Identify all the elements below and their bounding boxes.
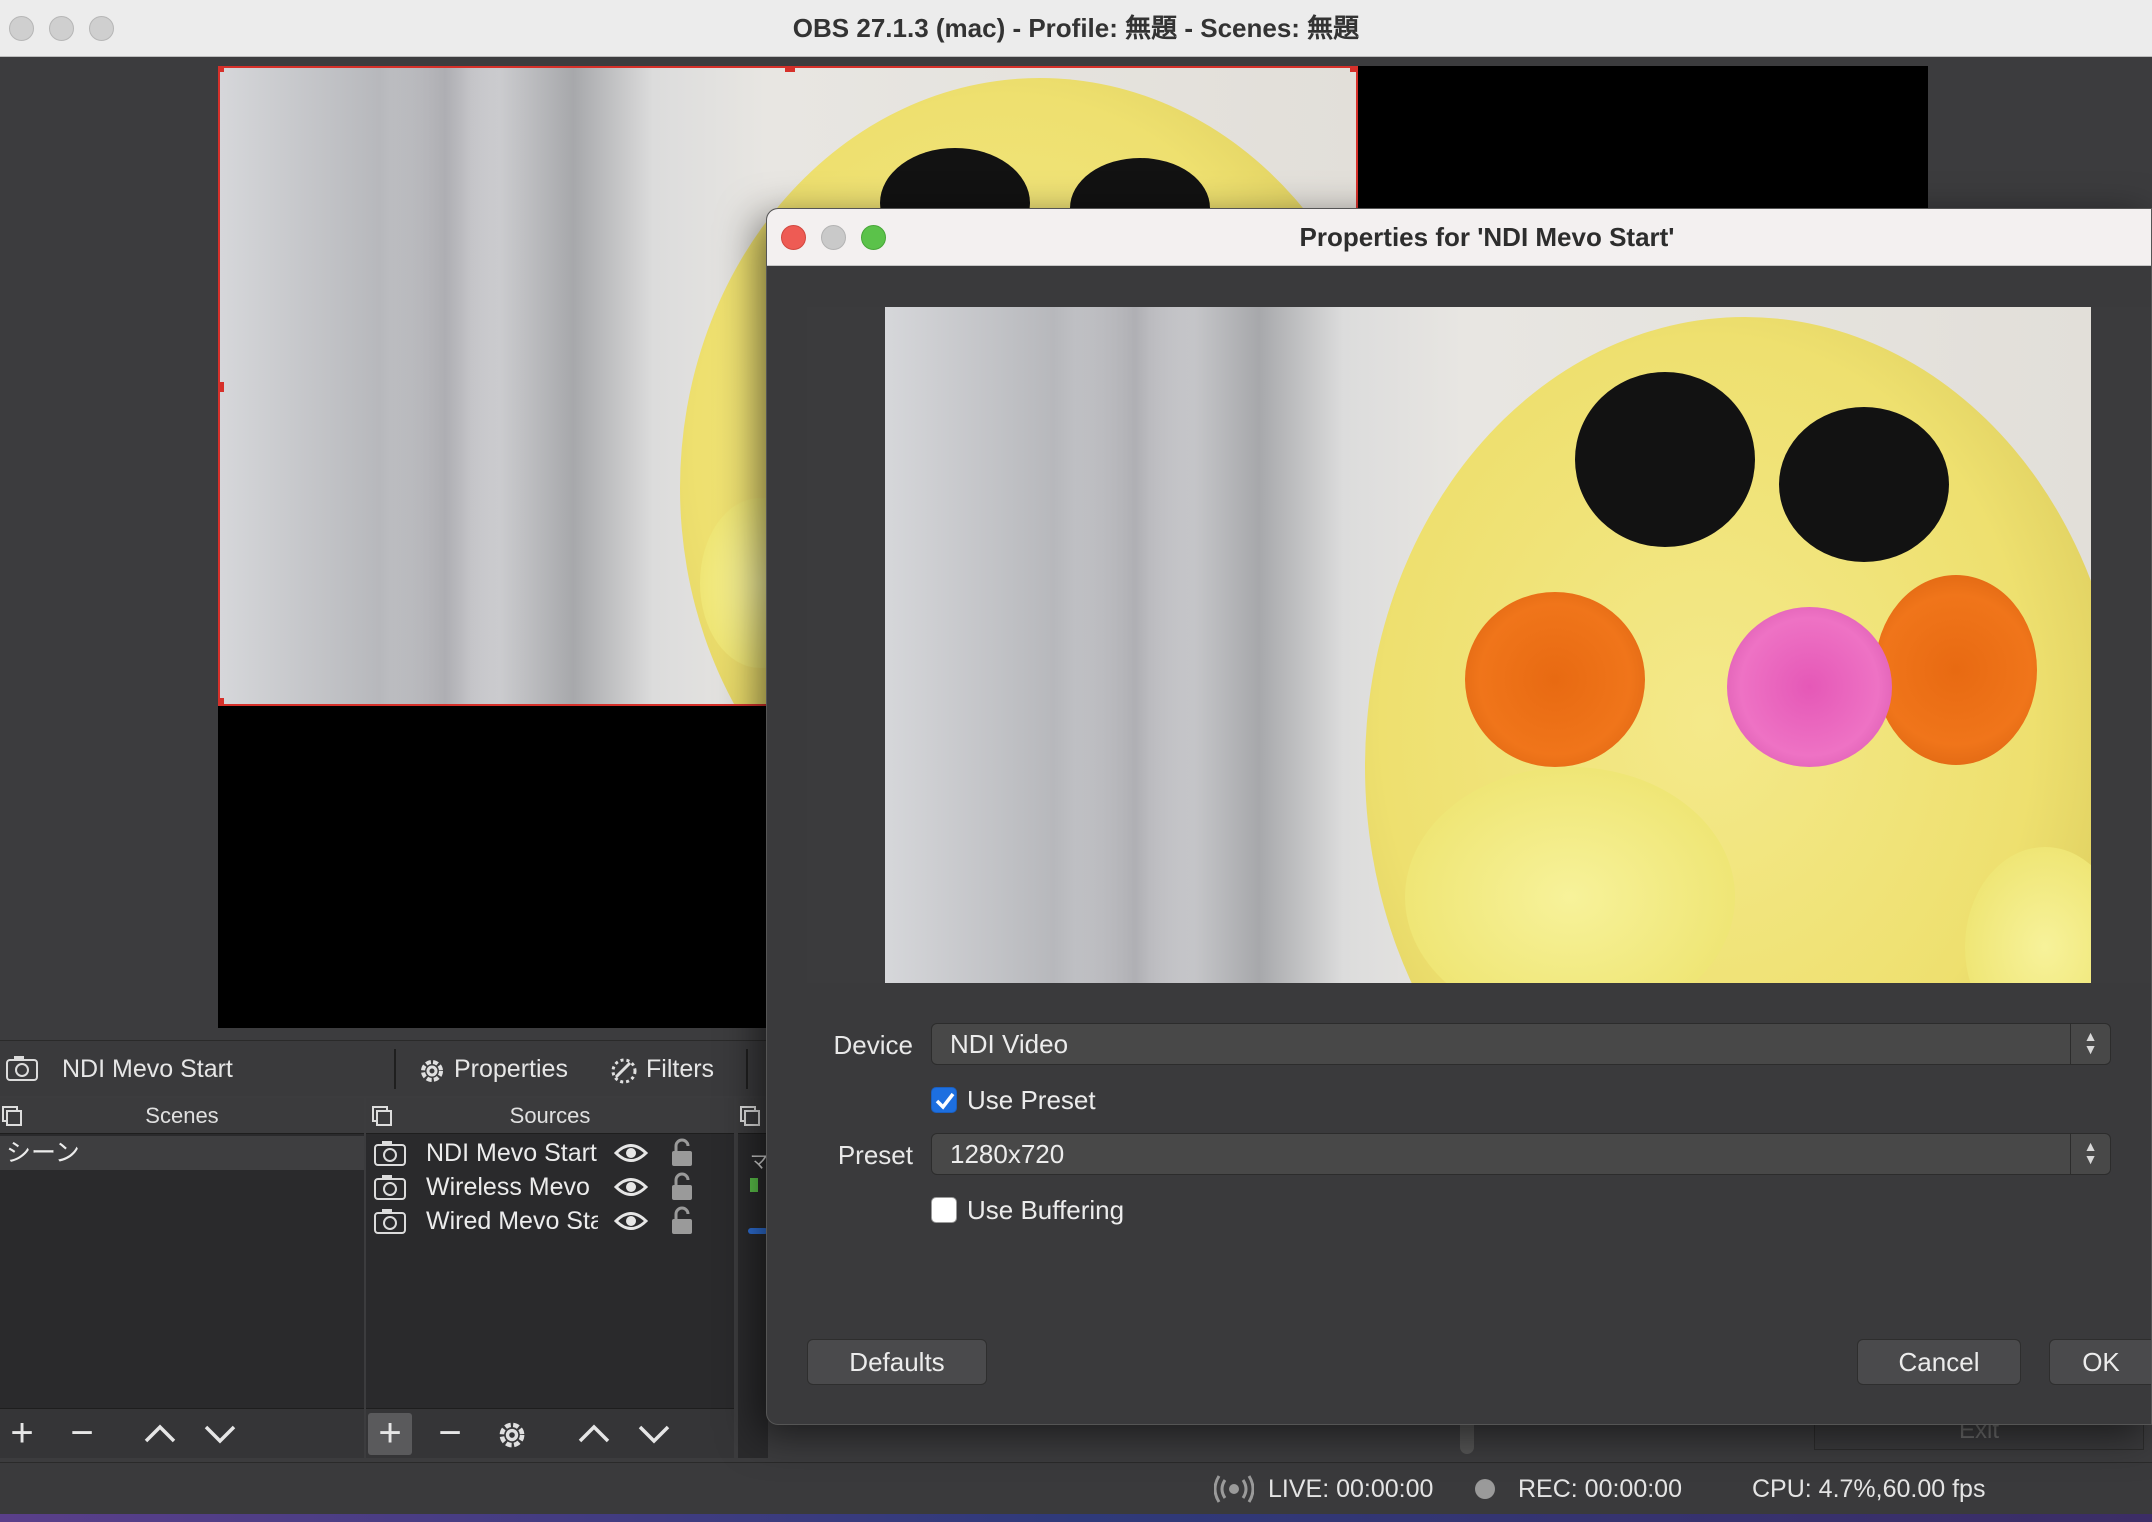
rec-timer: REC: 00:00:00 [1518,1475,1682,1503]
resize-handle-top-right[interactable] [1350,68,1356,72]
resize-handle-bottom-left[interactable] [220,698,224,704]
scenes-dock-footer: + − [0,1408,364,1458]
preset-select-value: 1280x720 [950,1139,1065,1169]
lock-icon[interactable] [670,1206,694,1236]
audio-meter [750,1178,758,1192]
dialog-title: Properties for 'NDI Mevo Start' [1299,222,1675,252]
use-preset-checkbox[interactable] [931,1087,957,1113]
use-preset-label: Use Preset [967,1085,1096,1115]
visibility-eye-icon[interactable] [614,1142,648,1164]
resize-handle-top-left[interactable] [220,68,224,72]
visibility-eye-icon[interactable] [614,1176,648,1198]
preview-canvas-background-bottom [218,706,768,1028]
dialog-titlebar: Properties for 'NDI Mevo Start' [767,209,2151,266]
audio-mixer-dock: マ [738,1098,768,1458]
use-buffering-label: Use Buffering [967,1195,1125,1225]
select-arrows-icon: ▲ ▼ [2070,1024,2110,1064]
lock-icon[interactable] [670,1138,694,1168]
ok-button[interactable]: OK [2049,1339,2151,1385]
defaults-button[interactable]: Defaults [807,1339,987,1385]
device-select[interactable]: NDI Video ▲ ▼ [931,1023,2111,1065]
scenes-dock-header: Scenes [0,1098,364,1134]
undock-icon[interactable] [740,1106,760,1126]
move-scene-down-button[interactable] [202,1421,238,1447]
sources-dock-header: Sources [366,1098,734,1134]
record-dot-icon [1475,1479,1495,1499]
gear-icon [421,1060,443,1082]
resize-handle-top[interactable] [785,68,795,72]
filter-icon [611,1058,637,1084]
device-select-value: NDI Video [950,1029,1069,1059]
properties-dialog: Properties for 'NDI Mevo Start' Device N… [766,208,2152,1425]
move-source-down-button[interactable] [636,1421,672,1447]
cancel-button[interactable]: Cancel [1857,1339,2021,1385]
preview-canvas-background [1357,66,1928,211]
lock-icon[interactable] [670,1172,694,1202]
move-scene-up-button[interactable] [142,1421,178,1447]
live-timer: LIVE: 00:00:00 [1268,1475,1434,1503]
properties-label: Properties [454,1055,568,1083]
add-source-button[interactable]: + [368,1413,412,1455]
selected-source-name: NDI Mevo Start [62,1055,233,1083]
mixer-dock-header [738,1098,768,1134]
camera-icon [374,1209,406,1234]
add-scene-button[interactable]: + [0,1413,44,1455]
use-buffering-checkbox[interactable] [931,1197,957,1223]
sources-dock: Sources NDI Mevo Start Wireless Mevo Sta… [366,1098,734,1458]
select-arrows-icon: ▲ ▼ [2070,1134,2110,1174]
properties-button[interactable]: Properties [416,1047,582,1091]
dialog-camera-preview [885,307,2091,983]
live-broadcast-icon [1214,1475,1254,1503]
source-name: NDI Mevo Start [426,1139,597,1167]
camera-icon [374,1141,406,1166]
desktop-edge [0,1514,2152,1522]
photo-nose [1727,607,1892,767]
source-row[interactable]: Wireless Mevo Start [366,1170,734,1204]
photo-cheek [1875,575,2037,765]
photo-cheek [1465,592,1645,767]
status-bar: LIVE: 00:00:00 REC: 00:00:00 CPU: 4.7%,6… [0,1462,2152,1514]
photo-eye [1575,372,1755,547]
filters-label: Filters [646,1055,715,1083]
scene-item[interactable]: シーン [0,1136,364,1170]
filters-button[interactable]: Filters [608,1047,738,1091]
resize-handle-left[interactable] [220,382,224,392]
source-row[interactable]: NDI Mevo Start [366,1136,734,1170]
sources-dock-footer: + − [366,1408,734,1458]
sources-dock-title: Sources [509,1103,591,1128]
device-label: Device [833,1030,913,1060]
scenes-dock-title: Scenes [145,1103,219,1128]
visibility-eye-icon[interactable] [614,1210,648,1232]
move-source-up-button[interactable] [576,1421,612,1447]
source-properties-gear-icon[interactable] [494,1417,530,1453]
source-name: Wireless Mevo Start [426,1173,598,1201]
remove-source-button[interactable]: − [428,1413,472,1455]
scenes-dock: Scenes シーン + − [0,1098,364,1458]
photo-eye [1779,407,1949,562]
main-titlebar: OBS 27.1.3 (mac) - Profile: 無題 - Scenes:… [0,0,2152,57]
source-row[interactable]: Wired Mevo Start [366,1204,734,1238]
window-title: OBS 27.1.3 (mac) - Profile: 無題 - Scenes:… [792,13,1360,43]
camera-icon [6,1056,38,1081]
preset-label: Preset [837,1140,913,1170]
remove-scene-button[interactable]: − [60,1413,104,1455]
camera-icon [374,1175,406,1200]
source-name: Wired Mevo Start [426,1207,598,1235]
volume-slider[interactable] [748,1228,768,1234]
preset-select[interactable]: 1280x720 ▲ ▼ [931,1133,2111,1175]
source-toolbar: NDI Mevo Start Properties Filters [0,1040,768,1096]
cpu-fps-readout: CPU: 4.7%,60.00 fps [1752,1475,1986,1503]
checkmark-icon [935,1092,955,1110]
